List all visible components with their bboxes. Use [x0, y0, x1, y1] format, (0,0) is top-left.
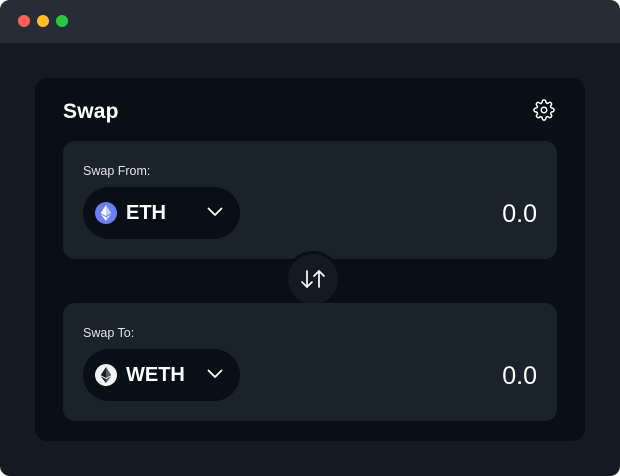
- swap-to-panel: Swap To: WETH 0.0: [63, 303, 557, 421]
- from-amount-input[interactable]: 0.0: [502, 199, 537, 229]
- ethereum-icon: [95, 202, 117, 224]
- swap-from-panel: Swap From: ETH 0.0: [63, 141, 557, 259]
- swap-from-label: Swap From:: [83, 164, 151, 178]
- chevron-down-icon: [207, 368, 223, 380]
- swap-arrows-icon: [301, 270, 325, 288]
- weth-icon: [95, 364, 117, 386]
- to-amount-input[interactable]: 0.0: [502, 361, 537, 391]
- swap-title: Swap: [63, 100, 119, 123]
- swap-to-label: Swap To:: [83, 326, 135, 340]
- gear-icon: [533, 99, 555, 121]
- close-window-button[interactable]: [18, 15, 30, 27]
- switch-direction-button[interactable]: [285, 251, 341, 307]
- from-token-label: ETH: [126, 202, 166, 224]
- from-token-select[interactable]: ETH: [83, 187, 240, 239]
- chevron-down-icon: [207, 206, 223, 218]
- app-window: Swap Swap From: ETH 0.0 Swap To: WETH 0.…: [0, 0, 620, 476]
- minimize-window-button[interactable]: [37, 15, 49, 27]
- settings-button[interactable]: [532, 98, 556, 122]
- title-bar: [0, 0, 620, 43]
- to-token-label: WETH: [126, 364, 185, 386]
- swap-card: Swap Swap From: ETH 0.0 Swap To: WETH 0.…: [35, 78, 585, 441]
- to-token-select[interactable]: WETH: [83, 349, 240, 401]
- maximize-window-button[interactable]: [56, 15, 68, 27]
